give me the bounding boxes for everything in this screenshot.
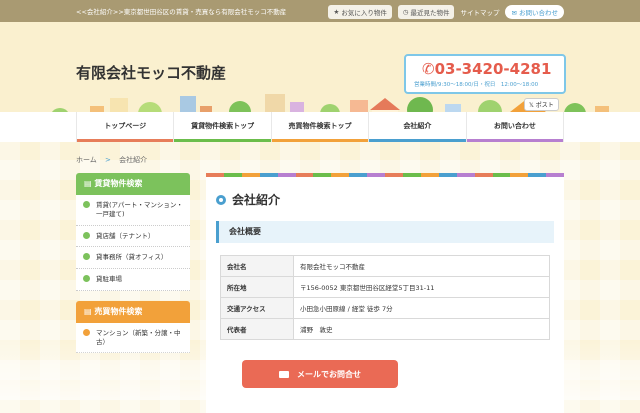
mail-contact-button[interactable]: メールでお問合せ [242,360,398,388]
breadcrumb-current: 会社紹介 [119,156,148,164]
star-icon: ★ [333,8,340,16]
breadcrumb: ホーム > 会社紹介 [76,155,147,165]
arrow-icon [83,253,90,261]
sale-search-heading: ▤ 売買物件検索 [76,300,190,323]
table-row: 代表者 浦野 敦史 [220,318,550,340]
sidebar-link[interactable]: 貸店舗（テナント） [76,226,190,248]
row-label: 代表者 [220,318,294,340]
nav-color-bar [77,139,174,142]
circle-icon [216,194,226,205]
contact-link[interactable]: ✉ お問い合わせ [505,5,564,19]
company-logo[interactable]: 有限会社モッコ不動産 [76,62,226,83]
section-heading: 会社概要 [216,221,554,243]
nav-item[interactable]: 会社紹介 [368,112,466,142]
sidebar-link[interactable]: 賃貸(アパート・マンション・一戸建て) [76,195,190,226]
nav-color-bar [466,139,564,142]
clock-icon: ◷ [402,8,409,16]
company-info-table: 会社名 有限会社モッコ不動産 所在地 〒156-0052 東京都世田谷区経堂5丁目31… [220,255,550,340]
row-value: 小田急小田原線 / 経堂 徒歩 7分 [293,297,550,319]
post-button[interactable]: 𝕏 ポスト [524,98,559,111]
tel-box[interactable]: ✆03-3420-4281 営業時間/9:30〜18:00/日・祝日 12:00… [404,54,566,94]
site-header: 有限会社モッコ不動産 ✆03-3420-4281 営業時間/9:30〜18:00… [0,22,640,134]
sidebar-link[interactable]: 貸駐車場 [76,269,190,291]
nav-item[interactable]: 賃貸物件検索トップ [173,112,271,142]
top-bar: <<会社紹介>>東京都世田谷区の賃貸・売買なら有限会社モッコ不動産 ★ お気に入り… [0,0,640,22]
arrow-icon [83,201,90,208]
rent-search-list: 賃貸(アパート・マンション・一戸建て) 貸店舗（テナント） 貸事務所（貸オフィス）貸… [76,195,190,291]
phone-icon: ✆ [422,60,435,78]
x-icon: 𝕏 [529,102,536,109]
rent-search-heading: ▤ 賃貸物件検索 [76,173,190,195]
global-nav: トップページ 賃貸物件検索トップ 売買物件検索トップ 会社紹介 お問い合わせ [0,112,640,142]
nav-item[interactable]: 売買物件検索トップ [270,112,369,142]
favorites-link[interactable]: ★ お気に入り物件 [328,5,392,19]
nav-color-bar [271,139,369,142]
mail-icon: ✉ [511,9,519,17]
sidebar: ▤ 賃貸物件検索 賃貸(アパート・マンション・一戸建て) 貸店舗（テナント） 貸事務… [76,173,190,354]
top-breadcrumb: <<会社紹介>>東京都世田谷区の賃貸・売買なら有限会社モッコ不動産 [76,8,287,16]
sitemap-link[interactable]: サイトマップ [460,7,499,17]
nav-color-bar [369,139,466,142]
nav-item[interactable]: お問い合わせ [465,112,565,142]
tel-number: ✆03-3420-4281 [422,60,552,78]
color-stripe [206,173,565,177]
row-value: 〒156-0052 東京都世田谷区経堂5丁目31-11 [293,276,550,298]
sidebar-link[interactable]: 貸事務所（貸オフィス） [76,247,190,270]
row-value: 浦野 敦史 [293,318,550,340]
row-label: 所在地 [220,276,294,298]
row-value: 有限会社モッコ不動産 [293,255,550,277]
row-label: 会社名 [220,255,294,277]
arrow-icon [83,275,90,283]
arrow-icon [83,231,90,239]
nav-item[interactable]: トップページ [76,112,174,142]
breadcrumb-sep: > [105,156,111,164]
table-row: 交通アクセス 小田急小田原線 / 経堂 徒歩 7分 [220,297,550,319]
list-icon: ▤ [84,179,95,188]
page-title: 会社紹介 [216,191,280,208]
list-icon: ▤ [84,306,95,316]
row-label: 交通アクセス [220,297,294,319]
breadcrumb-home[interactable]: ホーム [76,156,97,164]
top-links: ★ お気に入り物件 ◷ 最近見た物件 サイトマップ ✉ お問い合わせ [328,5,564,19]
table-row: 会社名 有限会社モッコ不動産 [220,255,550,277]
mail-icon [279,370,289,378]
arrow-icon [83,328,90,336]
recent-link[interactable]: ◷ 最近見た物件 [397,5,455,19]
nav-color-bar [174,139,271,142]
business-hours: 営業時間/9:30〜18:00/日・祝日 12:00〜18:00 [414,82,539,88]
table-row: 所在地 〒156-0052 東京都世田谷区経堂5丁目31-11 [220,276,550,298]
